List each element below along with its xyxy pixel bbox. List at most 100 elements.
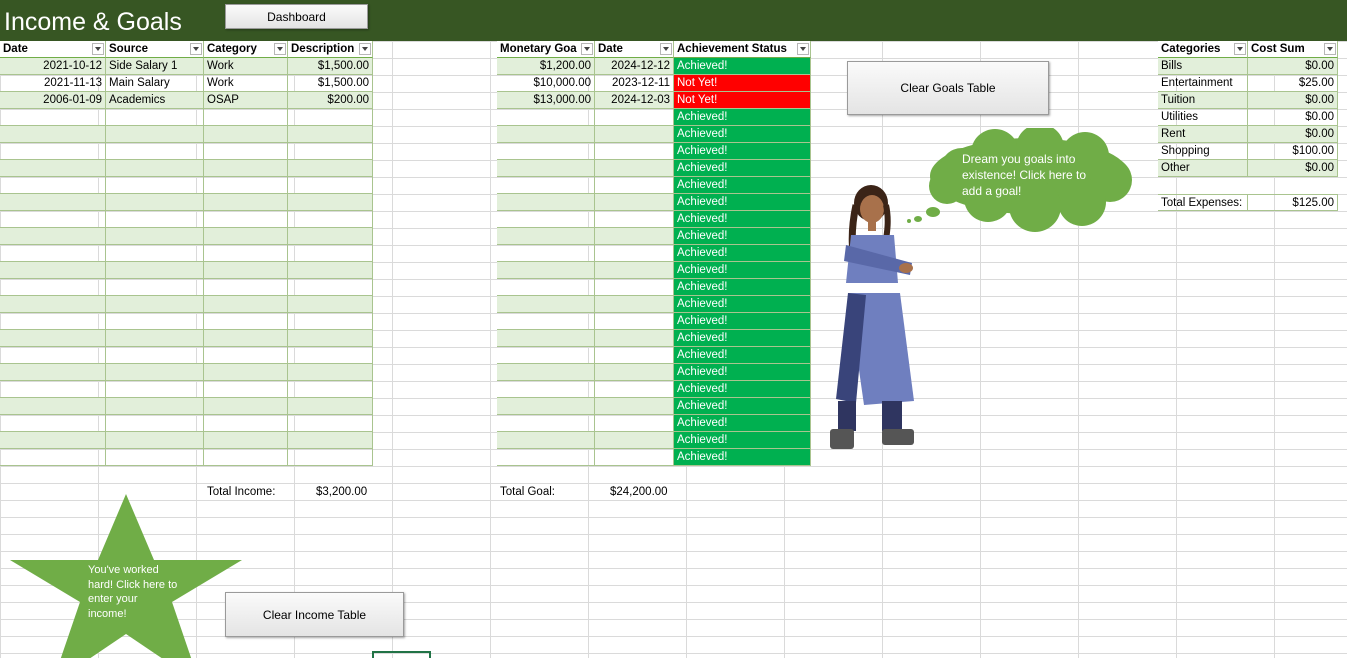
achievement-status-cell[interactable]: Achieved! [674,58,811,75]
table-row[interactable]: 2006-01-09 Academics OSAP $200.00 [0,92,373,109]
table-cell[interactable] [0,143,106,160]
filter-dropdown-icon[interactable] [274,43,286,55]
table-cell[interactable]: $1,500.00 [288,75,373,92]
table-cell[interactable] [0,262,106,279]
table-cell[interactable] [204,330,288,347]
table-cell[interactable] [204,160,288,177]
clear-goals-button[interactable]: Clear Goals Table [847,61,1049,115]
table-cell[interactable]: $0.00 [1248,58,1338,75]
table-cell[interactable] [595,296,674,313]
active-cell-selection[interactable] [372,651,431,658]
table-cell[interactable]: OSAP [204,92,288,109]
table-cell[interactable] [204,126,288,143]
table-cell[interactable] [595,330,674,347]
table-row[interactable]: 2021-11-13 Main Salary Work $1,500.00 [0,75,373,92]
table-cell[interactable] [288,228,373,245]
table-cell[interactable] [0,194,106,211]
table-row[interactable] [0,313,373,330]
table-cell[interactable]: Rent [1158,126,1248,143]
achievement-status-cell[interactable]: Achieved! [674,211,811,228]
table-row[interactable]: Achieved! [497,364,811,381]
table-row[interactable]: Achieved! [497,245,811,262]
table-cell[interactable] [595,211,674,228]
table-cell[interactable] [204,262,288,279]
table-row[interactable]: Achieved! [497,143,811,160]
table-cell[interactable]: $200.00 [288,92,373,109]
table-cell[interactable] [288,279,373,296]
table-cell[interactable] [106,347,204,364]
achievement-status-cell[interactable]: Achieved! [674,296,811,313]
table-cell[interactable] [497,347,595,364]
filter-dropdown-icon[interactable] [190,43,202,55]
table-cell[interactable] [0,330,106,347]
table-cell[interactable]: 2021-11-13 [0,75,106,92]
table-row[interactable]: Achieved! [497,398,811,415]
dashboard-button[interactable]: Dashboard [225,4,368,29]
table-cell[interactable] [204,347,288,364]
table-cell[interactable]: $25.00 [1248,75,1338,92]
table-cell[interactable] [204,228,288,245]
table-cell[interactable] [106,177,204,194]
table-cell[interactable] [288,364,373,381]
table-cell[interactable]: Main Salary [106,75,204,92]
column-header[interactable]: Cost Sum [1248,41,1338,58]
table-cell[interactable] [0,296,106,313]
table-cell[interactable] [106,160,204,177]
table-cell[interactable] [288,313,373,330]
table-cell[interactable] [288,143,373,160]
table-cell[interactable] [106,415,204,432]
table-cell[interactable]: $13,000.00 [497,92,595,109]
table-cell[interactable] [0,313,106,330]
table-row[interactable]: Achieved! [497,160,811,177]
achievement-status-cell[interactable]: Not Yet! [674,92,811,109]
table-row[interactable]: 2021-10-12 Side Salary 1 Work $1,500.00 [0,58,373,75]
table-cell[interactable] [497,126,595,143]
achievement-status-cell[interactable]: Achieved! [674,381,811,398]
table-cell[interactable] [106,381,204,398]
table-row[interactable]: Achieved! [497,432,811,449]
table-cell[interactable] [106,296,204,313]
table-row[interactable]: Tuition $0.00 [1158,92,1338,109]
table-cell[interactable] [0,415,106,432]
achievement-status-cell[interactable]: Achieved! [674,432,811,449]
achievement-status-cell[interactable]: Achieved! [674,364,811,381]
table-cell[interactable] [497,211,595,228]
table-cell[interactable] [0,177,106,194]
achievement-status-cell[interactable]: Achieved! [674,245,811,262]
achievement-status-cell[interactable]: Achieved! [674,347,811,364]
table-cell[interactable]: Academics [106,92,204,109]
table-row[interactable] [0,126,373,143]
achievement-status-cell[interactable]: Achieved! [674,228,811,245]
table-cell[interactable] [204,279,288,296]
table-cell[interactable] [595,347,674,364]
table-cell[interactable] [0,398,106,415]
achievement-status-cell[interactable]: Achieved! [674,160,811,177]
table-cell[interactable] [595,381,674,398]
table-cell[interactable] [497,432,595,449]
table-cell[interactable] [288,194,373,211]
table-cell[interactable] [497,177,595,194]
table-cell[interactable] [106,211,204,228]
table-cell[interactable] [0,211,106,228]
table-cell[interactable]: $10,000.00 [497,75,595,92]
table-cell[interactable] [0,279,106,296]
table-cell[interactable] [595,245,674,262]
table-cell[interactable]: $0.00 [1248,92,1338,109]
table-cell[interactable]: 2023-12-11 [595,75,674,92]
table-cell[interactable] [497,194,595,211]
table-cell[interactable] [0,347,106,364]
table-row[interactable]: Achieved! [497,296,811,313]
table-row[interactable] [0,398,373,415]
table-cell[interactable] [497,330,595,347]
table-cell[interactable] [497,449,595,466]
filter-dropdown-icon[interactable] [1234,43,1246,55]
achievement-status-cell[interactable]: Achieved! [674,126,811,143]
table-cell[interactable] [106,228,204,245]
table-row[interactable] [0,279,373,296]
table-cell[interactable] [288,415,373,432]
table-cell[interactable]: $1,200.00 [497,58,595,75]
table-cell[interactable]: Work [204,75,288,92]
table-row[interactable]: Utilities $0.00 [1158,109,1338,126]
table-cell[interactable] [497,160,595,177]
table-cell[interactable] [288,449,373,466]
